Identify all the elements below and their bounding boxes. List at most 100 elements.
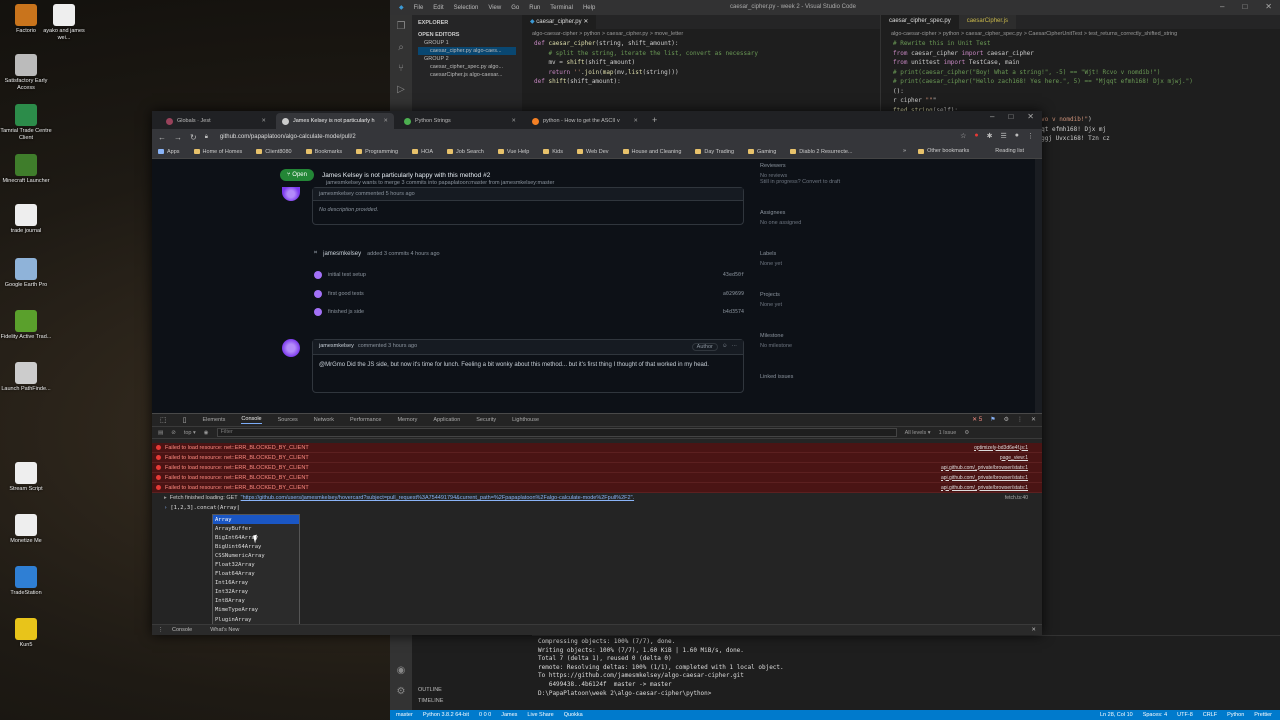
- menu-item[interactable]: Selection: [454, 5, 479, 11]
- bookmark-item[interactable]: HOA: [412, 149, 433, 155]
- minimize-icon[interactable]: –: [1220, 2, 1224, 11]
- status-item[interactable]: Python: [1227, 712, 1244, 718]
- page-scrollbar[interactable]: [1035, 159, 1042, 420]
- sidebar-heading[interactable]: Milestone: [760, 333, 920, 339]
- console-input[interactable]: › [1,2,3].concat(Array |: [152, 503, 1042, 513]
- breadcrumb[interactable]: algo-caesar-cipher > python > caesar_cip…: [522, 29, 890, 39]
- menu-item[interactable]: Terminal: [550, 5, 573, 11]
- devtools-tab-elements[interactable]: Elements: [202, 417, 225, 423]
- open-editor-item[interactable]: caesarCipher.js algo-caesar...: [418, 71, 516, 79]
- issues-button[interactable]: 1 Issue: [939, 430, 957, 436]
- code-area[interactable]: def caesar_cipher(string, shift_amount):…: [522, 39, 890, 87]
- editor-tab[interactable]: ◆ caesar_cipher.py ✕: [522, 15, 597, 29]
- error-count-badge[interactable]: ✕ 5: [972, 416, 982, 423]
- log-link[interactable]: "https://github.com/users/jamesmkelsey/h…: [241, 495, 634, 501]
- new-tab-icon[interactable]: +: [652, 115, 657, 125]
- comment-author[interactable]: jamesmkelsey: [319, 343, 354, 351]
- desktop-shortcut[interactable]: trade journal: [0, 204, 52, 235]
- reload-icon[interactable]: ↻: [190, 133, 197, 142]
- bookmark-item[interactable]: Kids: [543, 149, 563, 155]
- sidebar-toggle-icon[interactable]: ▤: [158, 430, 163, 436]
- settings-gear-icon[interactable]: ⚙: [1004, 416, 1009, 423]
- desktop-shortcut[interactable]: Launch PathFinde...: [0, 362, 52, 393]
- issues-icon[interactable]: ⚑: [990, 416, 995, 423]
- open-editors-header[interactable]: OPEN EDITORS: [418, 31, 516, 39]
- bookmark-star-icon[interactable]: ☆: [960, 132, 966, 140]
- browser-tab[interactable]: python - How to get the ASCII v ✕: [526, 113, 644, 129]
- editor-tab[interactable]: caesarCipher.js: [958, 15, 1017, 29]
- browser-tab-active[interactable]: James Kelsey is not particularly h ✕: [276, 113, 394, 129]
- devtools-tab-memory[interactable]: Memory: [397, 417, 417, 423]
- autocomplete-item[interactable]: Float32Array: [213, 560, 299, 569]
- desktop-shortcut[interactable]: ayako and james wei...: [38, 4, 90, 42]
- address-bar[interactable]: github.com/papaplatoon/algo-calculate-mo…: [220, 134, 356, 140]
- commit-sha[interactable]: b4d3574: [723, 309, 744, 315]
- status-item[interactable]: CRLF: [1203, 712, 1217, 718]
- autocomplete-item[interactable]: CSSNumericArray: [213, 551, 299, 560]
- avatar[interactable]: [282, 187, 300, 201]
- maximize-icon[interactable]: □: [1242, 2, 1247, 11]
- bookmark-item[interactable]: Vue Help: [497, 149, 529, 155]
- close-devtools-icon[interactable]: ✕: [1031, 416, 1036, 423]
- expand-arrow-icon[interactable]: ▸: [164, 495, 167, 501]
- sidebar-heading[interactable]: Projects: [760, 292, 920, 298]
- status-item[interactable]: Live Share: [527, 712, 553, 718]
- bookmark-item[interactable]: Programming: [356, 149, 398, 155]
- editor-tab[interactable]: caesar_cipher_spec.py: [881, 15, 959, 29]
- run-icon[interactable]: ▷: [397, 84, 405, 95]
- status-item[interactable]: Quokka: [564, 712, 583, 718]
- devtools-tab-console[interactable]: Console: [241, 416, 262, 424]
- autocomplete-item[interactable]: ArrayBuffer: [213, 524, 299, 533]
- commit-sha[interactable]: a029699: [723, 291, 744, 297]
- menu-kebab-icon[interactable]: ⋮: [1017, 416, 1023, 423]
- error-source-link[interactable]: api.github.com/_private/browser/stats:1: [941, 485, 1028, 491]
- browser-tab[interactable]: Python Strings ✕: [398, 113, 522, 129]
- bookmark-item[interactable]: Diablo 2 Resurrecte...: [790, 149, 853, 155]
- close-drawer-icon[interactable]: ✕: [1031, 627, 1036, 633]
- devtools-tab-performance[interactable]: Performance: [350, 417, 382, 423]
- autocomplete-item[interactable]: Float64Array: [213, 570, 299, 579]
- status-item[interactable]: UTF-8: [1177, 712, 1193, 718]
- desktop-shortcut[interactable]: Tamrial Trade Centre Client: [0, 104, 52, 142]
- open-editor-item[interactable]: caesar_cipher.py algo-caes...: [418, 47, 516, 55]
- close-icon[interactable]: ✕: [1027, 112, 1034, 121]
- reading-list[interactable]: Reading list: [995, 148, 1024, 154]
- menu-kebab-icon[interactable]: ⋮: [1027, 132, 1034, 140]
- devtools-tab-network[interactable]: Network: [314, 417, 334, 423]
- menu-item[interactable]: Help: [583, 5, 595, 11]
- close-tab-icon[interactable]: ✕: [633, 118, 638, 124]
- status-item[interactable]: Python 3.8.2 64-bit: [423, 712, 469, 718]
- menu-item[interactable]: Run: [529, 5, 540, 11]
- commit-row[interactable]: first good tests a029699: [314, 290, 744, 298]
- other-bookmarks[interactable]: Other bookmarks: [918, 148, 969, 154]
- context-selector[interactable]: top ▾: [184, 430, 196, 436]
- bookmark-item[interactable]: Web Dev: [577, 149, 609, 155]
- autocomplete-item[interactable]: PluginArray: [213, 615, 299, 624]
- bookmarks-more-icon[interactable]: »: [903, 148, 906, 154]
- devtools-tab-application[interactable]: Application: [433, 417, 460, 423]
- status-item[interactable]: Spaces: 4: [1143, 712, 1167, 718]
- account-icon[interactable]: ◉: [397, 665, 406, 676]
- desktop-shortcut[interactable]: Satisfactory Early Access: [0, 54, 52, 92]
- desktop-shortcut[interactable]: Google Earth Pro: [0, 258, 52, 289]
- error-source-link[interactable]: api.github.com/_private/browser/stats:1: [941, 475, 1028, 481]
- drawer-menu-icon[interactable]: ⋮: [158, 627, 164, 633]
- forward-icon[interactable]: →: [174, 133, 182, 142]
- devtools-tab-sources[interactable]: Sources: [278, 417, 298, 423]
- console-settings-icon[interactable]: ⚙: [964, 430, 969, 436]
- desktop-shortcut[interactable]: Kun5: [0, 618, 52, 649]
- sidebar-heading[interactable]: Assignees: [760, 210, 920, 216]
- error-source-link[interactable]: api.github.com/_private/browser/stats:1: [941, 465, 1028, 471]
- more-options-icon[interactable]: ···: [732, 343, 738, 351]
- clear-console-icon[interactable]: ⊘: [171, 430, 176, 436]
- bookmark-item[interactable]: House and Cleaning: [622, 149, 681, 155]
- device-toolbar-icon[interactable]: ▯: [183, 416, 187, 424]
- status-item[interactable]: Prettier: [1254, 712, 1272, 718]
- sidebar-heading[interactable]: Labels: [760, 251, 920, 257]
- search-icon[interactable]: ⌕: [398, 42, 404, 53]
- close-icon[interactable]: ✕: [1265, 2, 1272, 11]
- status-item[interactable]: master: [396, 712, 413, 718]
- settings-gear-icon[interactable]: ⚙: [397, 686, 406, 697]
- comment-time[interactable]: commented 3 hours ago: [358, 343, 417, 351]
- status-item[interactable]: 0 0 0: [479, 712, 491, 718]
